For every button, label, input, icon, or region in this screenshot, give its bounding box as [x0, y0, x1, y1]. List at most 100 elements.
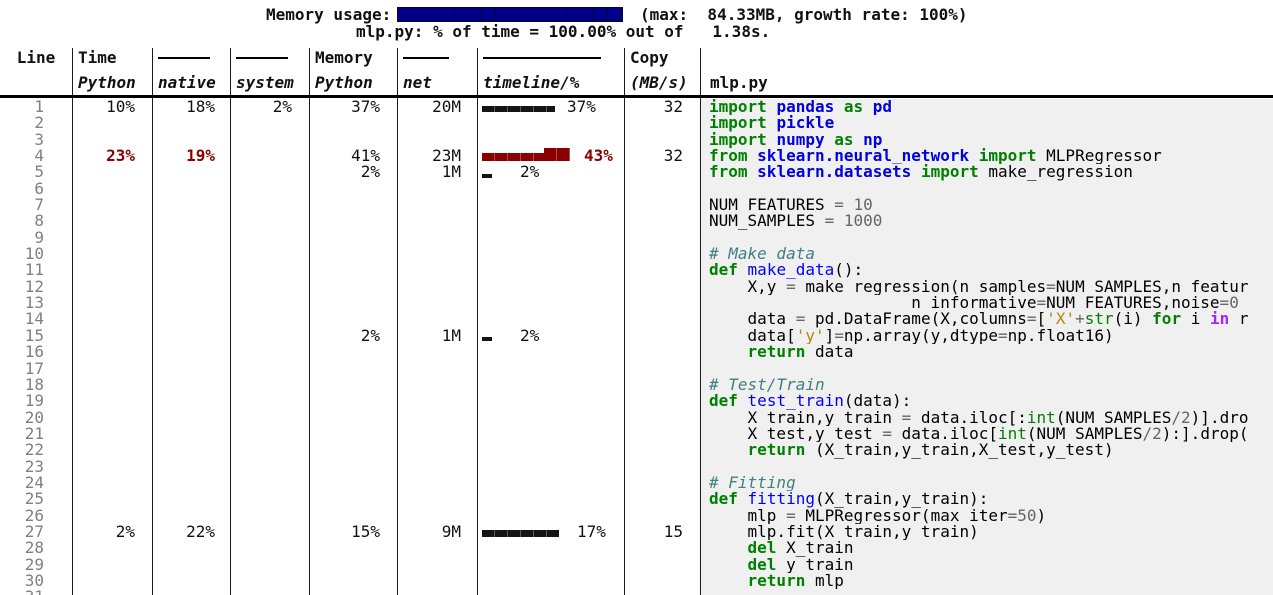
time-python-value — [72, 410, 152, 426]
time-system-value — [230, 246, 309, 262]
table-row: 6 — [0, 181, 1273, 197]
line-number: 15 — [0, 328, 72, 344]
memory-python-value — [309, 344, 397, 360]
timeline-bar-segment — [544, 148, 570, 161]
table-row: 3import numpy as np — [0, 132, 1273, 148]
timeline-cell — [477, 557, 624, 573]
table-row: 25def fitting(X_train,y_train): — [0, 491, 1273, 507]
code-line: NUM_SAMPLES = 1000 — [700, 213, 1273, 229]
memory-python-value — [309, 181, 397, 197]
time-python-value — [72, 115, 152, 131]
timeline-cell — [477, 295, 624, 311]
memory-net-value: 23M — [397, 148, 477, 164]
time-native-value — [152, 279, 230, 295]
line-number: 1 — [0, 99, 72, 115]
time-python-value — [72, 426, 152, 442]
time-python-value: 2% — [72, 524, 152, 540]
memory-python-value — [309, 246, 397, 262]
time-native-value — [152, 589, 230, 595]
timeline-cell — [477, 361, 624, 377]
memory-net-value — [397, 361, 477, 377]
memory-python-value — [309, 573, 397, 589]
time-system-value — [230, 230, 309, 246]
memory-python-value — [309, 442, 397, 458]
time-python-value — [72, 311, 152, 327]
time-native-value — [152, 132, 230, 148]
timeline-bar-segment — [482, 153, 544, 161]
timeline-cell — [477, 262, 624, 278]
memory-usage-detail: (max: 84.33MB, growth rate: 100%) — [640, 6, 968, 23]
line-number: 3 — [0, 132, 72, 148]
line-number: 9 — [0, 230, 72, 246]
time-system-value — [230, 279, 309, 295]
time-system-value — [230, 557, 309, 573]
code-line: X_train,y_train = data.iloc[:int(NUM_SAM… — [700, 410, 1273, 426]
code-line — [700, 459, 1273, 475]
copy-mbs-value — [624, 573, 700, 589]
memory-python-value — [309, 230, 397, 246]
time-native-value — [152, 557, 230, 573]
time-native-value — [152, 328, 230, 344]
memory-net-value: 1M — [397, 164, 477, 180]
code-line: X,y = make_regression(n_samples=NUM_SAMP… — [700, 279, 1273, 295]
line-number: 16 — [0, 344, 72, 360]
table-row: 28 del X_train — [0, 540, 1273, 556]
timeline-bar — [482, 337, 492, 341]
time-system-value — [230, 377, 309, 393]
memory-python-value — [309, 393, 397, 409]
copy-mbs-value — [624, 279, 700, 295]
timeline-bar-segment — [482, 337, 492, 341]
code-line: def fitting(X_train,y_train): — [700, 491, 1273, 507]
col-header-timeline-rule — [477, 45, 624, 70]
copy-mbs-value: 15 — [624, 524, 700, 540]
line-number: 17 — [0, 361, 72, 377]
code-line: from sklearn.datasets import make_regres… — [700, 164, 1273, 180]
code-line: def make_data(): — [700, 262, 1273, 278]
time-native-value — [152, 377, 230, 393]
memory-python-value — [309, 197, 397, 213]
time-python-value — [72, 181, 152, 197]
table-row: 18# Test/Train — [0, 377, 1273, 393]
copy-mbs-value — [624, 426, 700, 442]
table-row: 24# Fitting — [0, 475, 1273, 491]
timeline-percent: 17% — [577, 524, 606, 540]
memory-python-value — [309, 311, 397, 327]
col-header-net: net — [397, 70, 477, 95]
column-separator — [397, 48, 398, 595]
column-separator — [624, 48, 625, 595]
timeline-bar-segment — [482, 106, 555, 112]
code-line — [700, 181, 1273, 197]
table-row: 22 return (X_train,y_train,X_test,y_test… — [0, 442, 1273, 458]
memory-net-value — [397, 459, 477, 475]
col-header-time: Time — [72, 45, 152, 70]
table-row: 19def test_train(data): — [0, 393, 1273, 409]
time-system-value — [230, 393, 309, 409]
memory-python-value — [309, 410, 397, 426]
table-row: 12 X,y = make_regression(n_samples=NUM_S… — [0, 279, 1273, 295]
memory-python-value — [309, 540, 397, 556]
timeline-cell — [477, 459, 624, 475]
time-native-value — [152, 410, 230, 426]
table-row: 13 n_informative=NUM_FEATURES,noise=0 — [0, 295, 1273, 311]
time-python-value — [72, 491, 152, 507]
time-system-value — [230, 181, 309, 197]
copy-mbs-value — [624, 328, 700, 344]
table-row: 8NUM_SAMPLES = 1000 — [0, 213, 1273, 229]
table-row: 2import pickle — [0, 115, 1273, 131]
memory-net-value — [397, 132, 477, 148]
time-native-value — [152, 508, 230, 524]
line-number: 4 — [0, 148, 72, 164]
code-line: mlp = MLPRegressor(max_iter=50) — [700, 508, 1273, 524]
time-native-value — [152, 540, 230, 556]
memory-python-value — [309, 377, 397, 393]
time-native-value: 22% — [152, 524, 230, 540]
table-row: 21 X_test,y_test = data.iloc[int(NUM_SAM… — [0, 426, 1273, 442]
timeline-bar — [482, 530, 559, 537]
timeline-cell — [477, 573, 624, 589]
line-number: 23 — [0, 459, 72, 475]
line-number: 11 — [0, 262, 72, 278]
table-row: 9 — [0, 230, 1273, 246]
time-native-value — [152, 246, 230, 262]
code-line: return mlp — [700, 573, 1273, 589]
line-number: 13 — [0, 295, 72, 311]
